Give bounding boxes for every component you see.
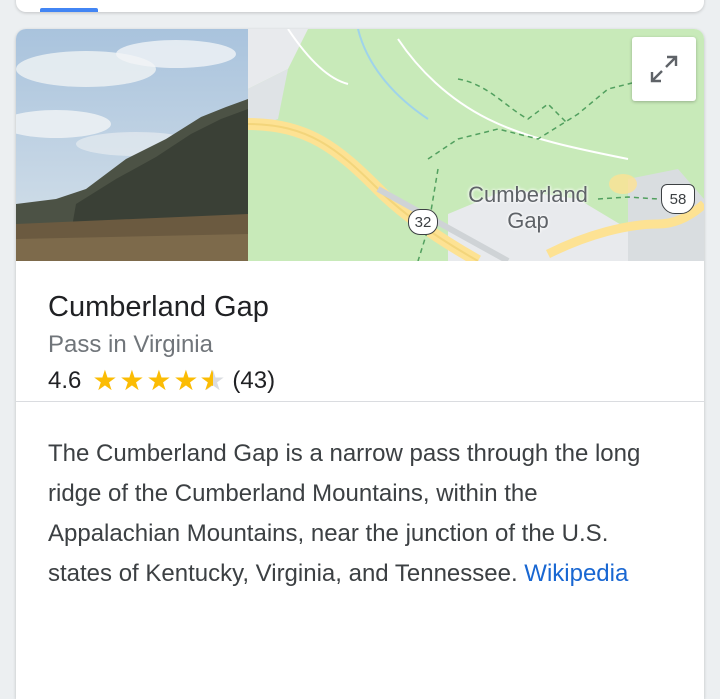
- description: The Cumberland Gap is a narrow pass thro…: [16, 402, 704, 594]
- route-58-shield: 58: [661, 184, 695, 214]
- route-58-label: 58: [669, 190, 687, 208]
- place-subtitle: Pass in Virginia: [48, 331, 213, 358]
- half-star-icon: ★: [199, 365, 226, 397]
- map-label-line1: Cumberland: [468, 182, 588, 207]
- rating-value: 4.6: [48, 367, 82, 394]
- map-label-line2: Gap: [507, 208, 549, 233]
- rating-row[interactable]: 4.6 ★ ★ ★ ★ ★ (43): [48, 365, 672, 397]
- map-preview[interactable]: Cumberland Gap 32 58: [248, 29, 704, 261]
- rating-stars: ★ ★ ★ ★ ★: [91, 365, 226, 397]
- map-place-label: Cumberland Gap: [448, 182, 608, 234]
- place-photo[interactable]: [16, 29, 248, 261]
- previous-card: [16, 0, 704, 12]
- place-info: Cumberland Gap Pass in Virginia 4.6 ★ ★ …: [16, 261, 704, 402]
- route-32-label: 32: [414, 213, 432, 231]
- wikipedia-link[interactable]: Wikipedia: [524, 560, 628, 587]
- media-strip: Cumberland Gap 32 58: [16, 29, 704, 261]
- knowledge-panel-card: Cumberland Gap 32 58 Cumberland Gap Pass…: [16, 29, 704, 699]
- place-title: Cumberland Gap: [48, 291, 269, 323]
- expand-map-button[interactable]: [632, 37, 696, 101]
- route-32-shield: 32: [408, 209, 438, 235]
- star-icon: ★: [92, 365, 118, 396]
- expand-icon: [650, 55, 678, 83]
- star-icon: ★: [119, 365, 145, 396]
- star-icon: ★: [173, 365, 199, 396]
- star-icon: ★: [146, 365, 172, 396]
- review-count[interactable]: (43): [232, 367, 275, 395]
- previous-card-tab-indicator: [40, 8, 98, 12]
